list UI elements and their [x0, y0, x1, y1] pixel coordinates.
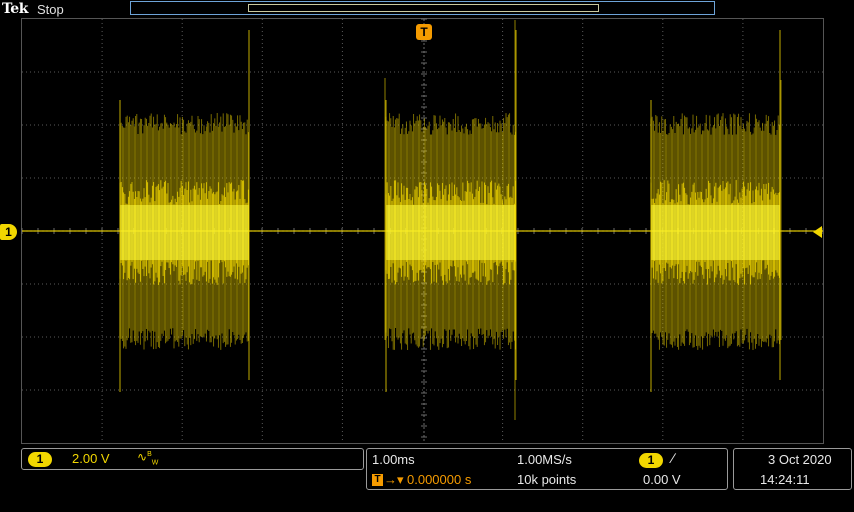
channel-1-ground-marker[interactable]: 1	[0, 224, 17, 240]
trigger-level: 0.00 V	[643, 472, 681, 487]
channel-1-settings-panel[interactable]: 1 2.00 V ∿BW	[21, 448, 364, 470]
date: 3 Oct 2020	[768, 452, 832, 467]
trigger-level-marker[interactable]	[813, 226, 822, 238]
trigger-source-badge: 1	[639, 453, 663, 468]
channel-1-badge: 1	[28, 452, 52, 467]
horizontal-delay: 0.000000 s	[407, 472, 472, 487]
time: 14:24:11	[760, 472, 810, 487]
burst-envelope	[650, 30, 781, 392]
trigger-delay-icon: T	[372, 474, 383, 486]
record-length: 10k points	[517, 472, 577, 487]
delay-arrow-icon: →▾	[384, 472, 404, 487]
ac-bandwidth-limit-icon: ∿BW	[137, 450, 159, 467]
timebase-trigger-panel[interactable]: 1.00ms 1.00MS/s 1 ∕ T →▾ 0.000000 s 10k …	[366, 448, 728, 490]
horizontal-scale: 1.00ms	[372, 452, 415, 467]
burst-envelope	[385, 30, 517, 392]
trigger-position-marker[interactable]: T	[416, 24, 432, 40]
date-time-panel: 3 Oct 2020 14:24:11	[733, 448, 852, 490]
waveform-display	[21, 18, 823, 443]
burst-envelope	[119, 30, 250, 392]
rising-edge-icon: ∕	[672, 450, 675, 466]
vertical-scale: 2.00 V	[72, 451, 110, 466]
sample-rate: 1.00MS/s	[517, 452, 572, 467]
